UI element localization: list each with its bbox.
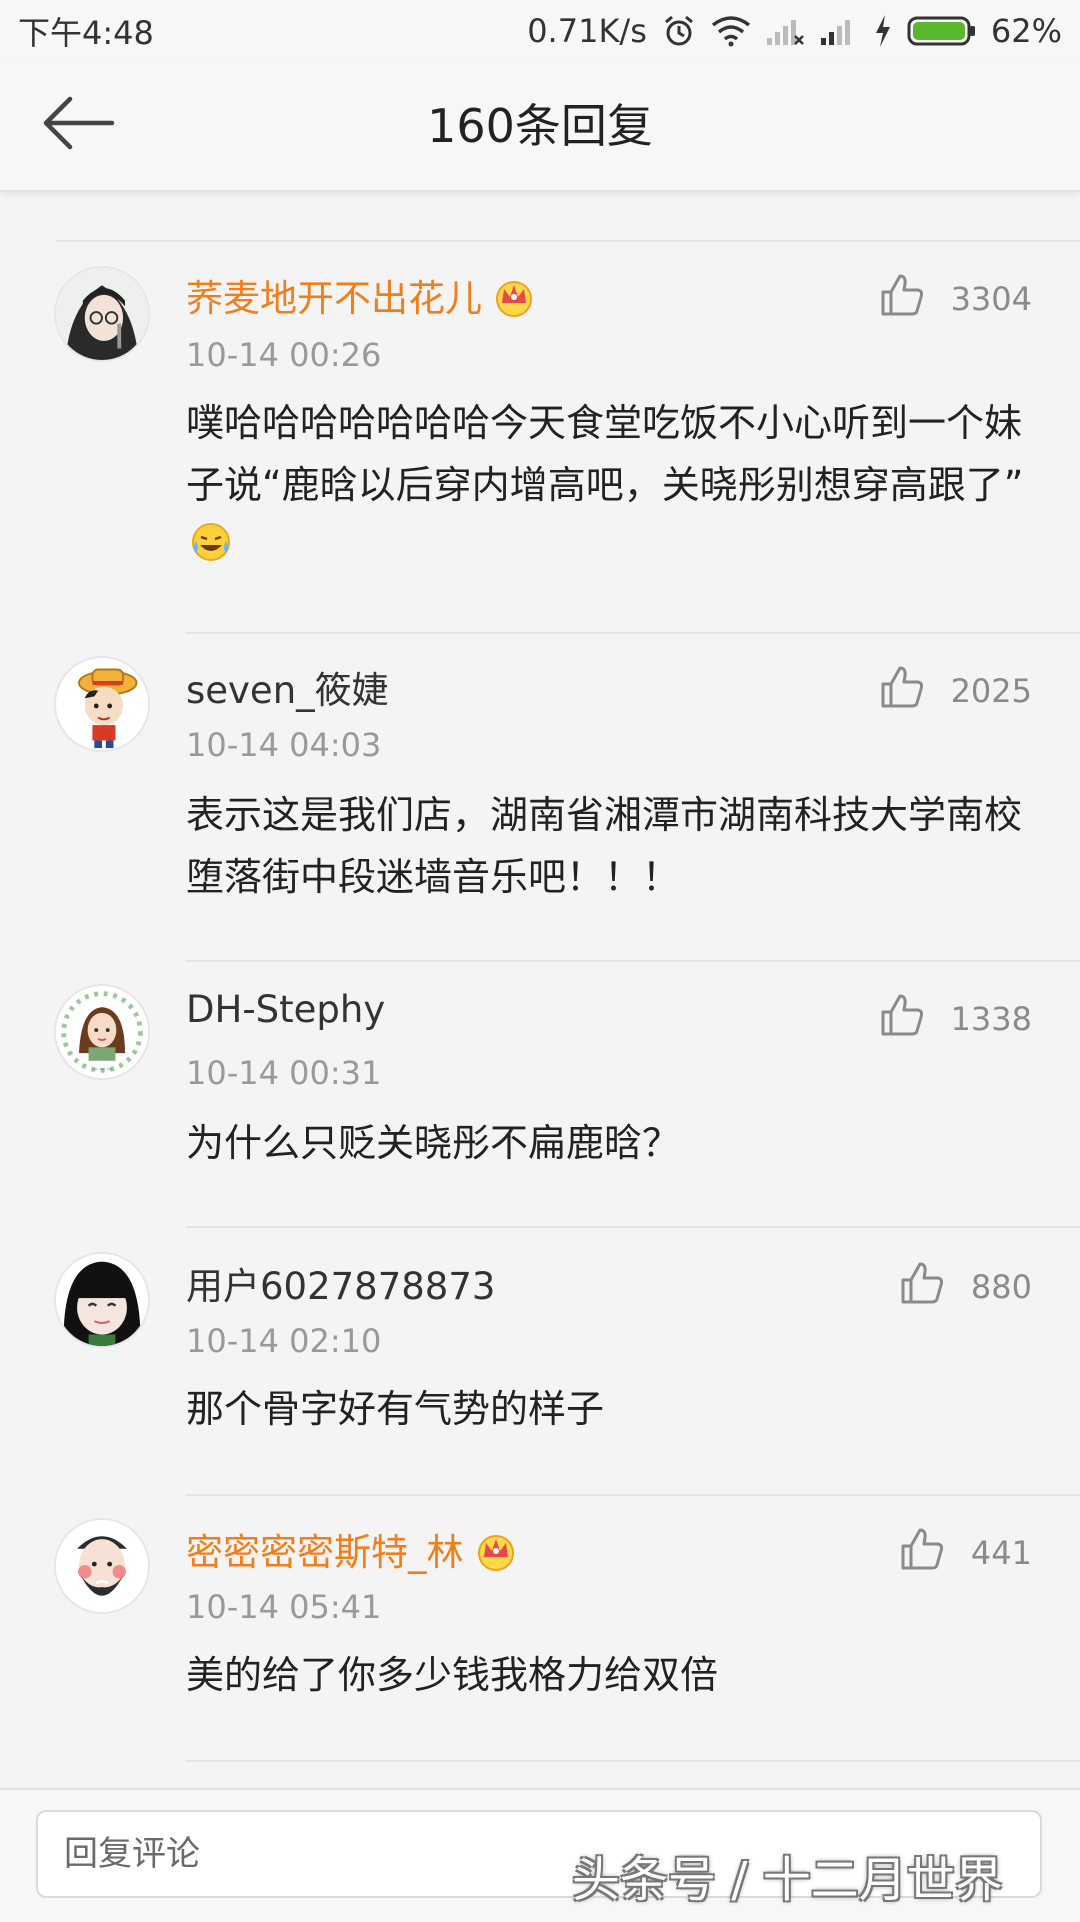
thumbs-up-icon: [879, 992, 925, 1046]
like-count: 880: [970, 1268, 1032, 1306]
signal-icon-sim2: [819, 16, 859, 46]
status-time: 下午4:48: [18, 14, 154, 52]
alarm-icon: [661, 13, 697, 49]
thumbs-up-icon: [879, 664, 925, 718]
username[interactable]: 用户6027878873: [186, 1256, 495, 1310]
page-title: 160条回复: [427, 99, 653, 153]
comment-time: 10-14 00:26: [186, 336, 382, 374]
battery-percent: 62%: [990, 12, 1062, 50]
username-text[interactable]: 用户6027878873: [186, 1265, 495, 1308]
username[interactable]: DH-Stephy: [186, 988, 385, 1031]
like-button[interactable]: 880: [899, 1260, 1032, 1314]
like-count: 441: [970, 1534, 1032, 1572]
comment-text: 为什么只贬关晓彤不扁鹿晗？: [186, 1121, 681, 1165]
like-button[interactable]: 441: [899, 1526, 1032, 1580]
status-indicators: 0.71K/s 62%: [527, 12, 1062, 50]
comment-text: 表示这是我们店，湖南省湘潭市湖南科技大学南校堕落街中段迷墙音乐吧！！！: [186, 793, 1023, 899]
laughing-crying-emoji-icon: [190, 519, 232, 581]
divider: [186, 960, 1080, 962]
battery-icon: [907, 15, 977, 47]
vip-crown-icon: [492, 275, 536, 326]
thumbs-up-icon: [899, 1526, 945, 1580]
divider: [186, 1226, 1080, 1228]
comment-text-body: 噗哈哈哈哈哈哈哈今天食堂吃饭不小心听到一个妹子说“鹿晗以后穿内增高吧，关晓彤别想…: [186, 401, 1024, 507]
username[interactable]: seven_筱婕: [186, 660, 389, 714]
avatar[interactable]: [54, 1252, 150, 1348]
status-bar: 下午4:48 0.71K/s 62%: [0, 0, 1080, 62]
divider: [186, 1760, 1080, 1762]
wifi-icon: [711, 15, 751, 47]
like-button[interactable]: 3304: [879, 272, 1032, 326]
divider: [186, 632, 1080, 634]
comment-time: 10-14 02:10: [186, 1322, 382, 1360]
username-text[interactable]: DH-Stephy: [186, 988, 385, 1031]
network-speed: 0.71K/s: [527, 12, 647, 50]
username-text[interactable]: seven_筱婕: [186, 669, 389, 712]
divider: [56, 240, 1080, 242]
avatar[interactable]: ~~~: [54, 984, 150, 1080]
avatar[interactable]: [54, 1518, 150, 1614]
username-text[interactable]: 密密密密斯特_林: [186, 1531, 464, 1574]
vip-crown-icon: [474, 1529, 518, 1580]
svg-text:~~~: ~~~: [91, 1065, 113, 1075]
divider: [186, 1494, 1080, 1496]
header: 160条回复: [0, 62, 1080, 192]
like-button[interactable]: 1338: [879, 992, 1032, 1046]
thumbs-up-icon: [879, 272, 925, 326]
like-count: 1338: [950, 1000, 1032, 1038]
thumbs-up-icon: [899, 1260, 945, 1314]
watermark: 头条号 / 十二月世界: [572, 1852, 1003, 1908]
comment-text: 噗哈哈哈哈哈哈哈今天食堂吃饭不小心听到一个妹子说“鹿晗以后穿内增高吧，关晓彤别想…: [186, 392, 1036, 581]
comment-text: 美的给了你多少钱我格力给双倍: [186, 1653, 719, 1697]
comment-text: 那个骨字好有气势的样子: [186, 1387, 605, 1431]
username-text[interactable]: 荞麦地开不出花儿: [186, 277, 482, 320]
comment-time: 10-14 05:41: [186, 1588, 382, 1626]
avatar[interactable]: [54, 656, 150, 752]
username[interactable]: 荞麦地开不出花儿: [186, 268, 536, 326]
like-button[interactable]: 2025: [879, 664, 1032, 718]
signal-icon-sim1: [765, 16, 805, 46]
like-count: 3304: [950, 280, 1032, 318]
comment-time: 10-14 00:31: [186, 1054, 382, 1092]
username[interactable]: 密密密密斯特_林: [186, 1522, 518, 1580]
like-count: 2025: [950, 672, 1032, 710]
comment-time: 10-14 04:03: [186, 726, 382, 764]
avatar[interactable]: [54, 266, 150, 362]
charging-icon: [873, 14, 893, 48]
